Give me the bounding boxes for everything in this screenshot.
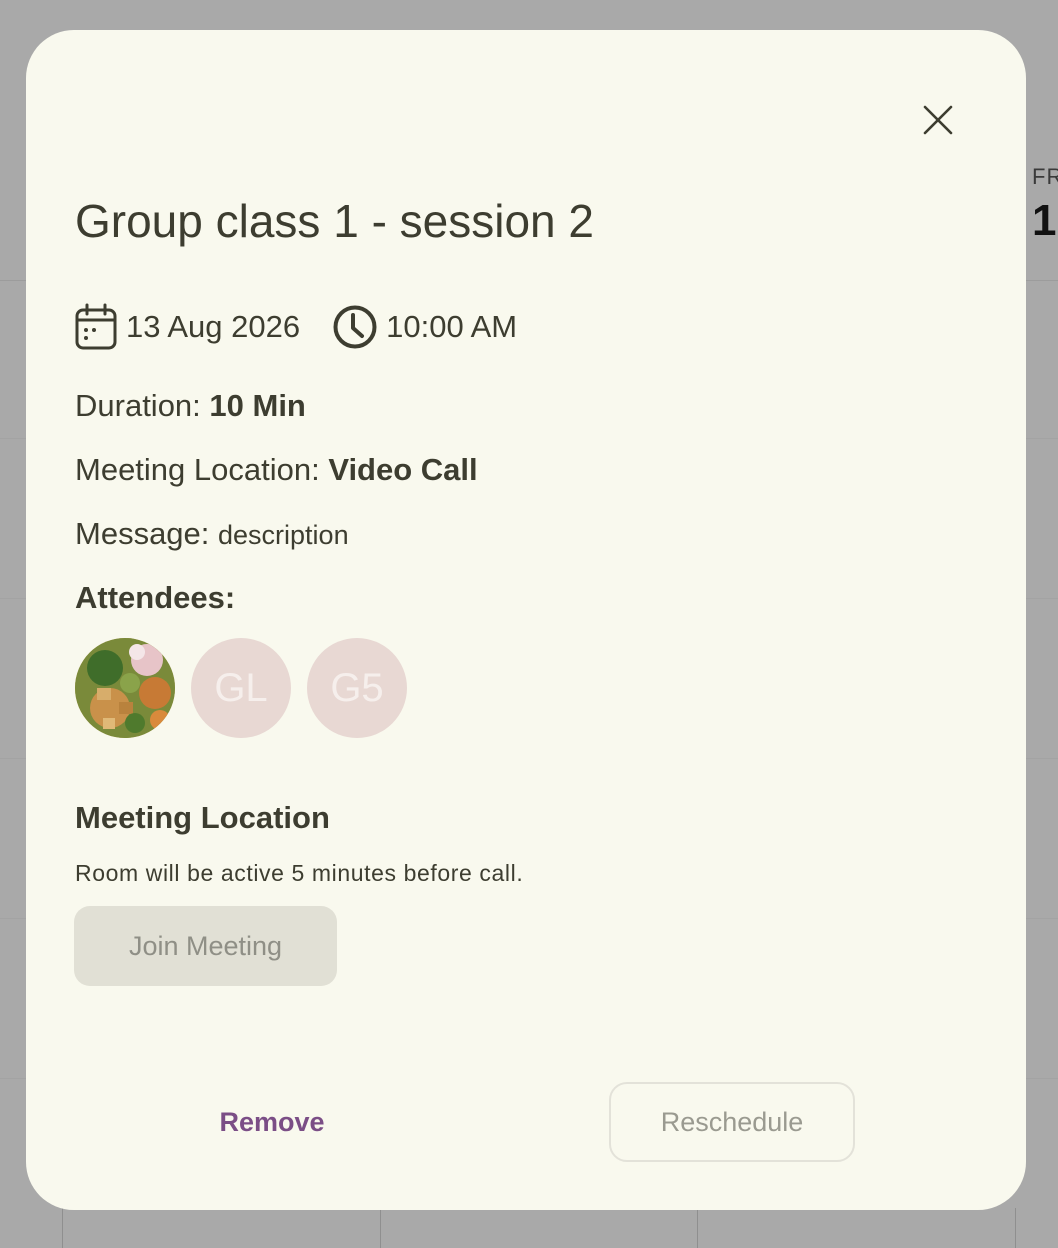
message-label: Message: [75, 516, 219, 551]
event-time: 10:00 AM [386, 309, 518, 344]
duration-label: Duration: [75, 388, 210, 423]
meeting-room-note: Room will be active 5 minutes before cal… [75, 860, 524, 886]
close-icon [923, 105, 953, 135]
meeting-location-heading: Meeting Location [75, 800, 330, 835]
food-photo-avatar [75, 638, 175, 738]
calendar-col-line [62, 1208, 63, 1248]
event-title: Group class 1 - session 2 [75, 195, 595, 247]
attendees-label: Attendees: [75, 580, 236, 615]
attendee-list: GL G5 [75, 638, 407, 738]
avatar[interactable]: G5 [307, 638, 407, 738]
event-datetime: 13 Aug 2026 10:00 AM [74, 302, 517, 352]
calendar-col-line [1015, 1208, 1016, 1248]
location-line: Meeting Location: Video Call [75, 452, 478, 488]
remove-button[interactable]: Remove [166, 1082, 378, 1162]
duration-value: 10 Min [209, 388, 306, 423]
calendar-col-line [697, 1208, 698, 1248]
close-button[interactable] [916, 98, 960, 142]
calendar-day-label: FR [1032, 164, 1058, 189]
message-line: Message: description [75, 516, 349, 552]
join-meeting-button[interactable]: Join Meeting [74, 906, 337, 986]
message-value: description [218, 520, 349, 550]
location-label: Meeting Location: [75, 452, 329, 487]
event-details-dialog: Group class 1 - session 2 13 Aug 2026 10… [26, 30, 1026, 1210]
avatar-initials: GL [214, 665, 268, 710]
clock-icon [332, 304, 378, 350]
avatar[interactable] [75, 638, 175, 738]
event-date: 13 Aug 2026 [126, 309, 301, 344]
avatar[interactable]: GL [191, 638, 291, 738]
duration-line: Duration: 10 Min [75, 388, 306, 424]
calendar-date-number: 1 [1032, 196, 1057, 245]
location-value: Video Call [328, 452, 478, 487]
calendar-col-line [380, 1208, 381, 1248]
reschedule-button[interactable]: Reschedule [609, 1082, 855, 1162]
avatar-initials: G5 [330, 665, 384, 710]
calendar-icon [74, 303, 118, 351]
